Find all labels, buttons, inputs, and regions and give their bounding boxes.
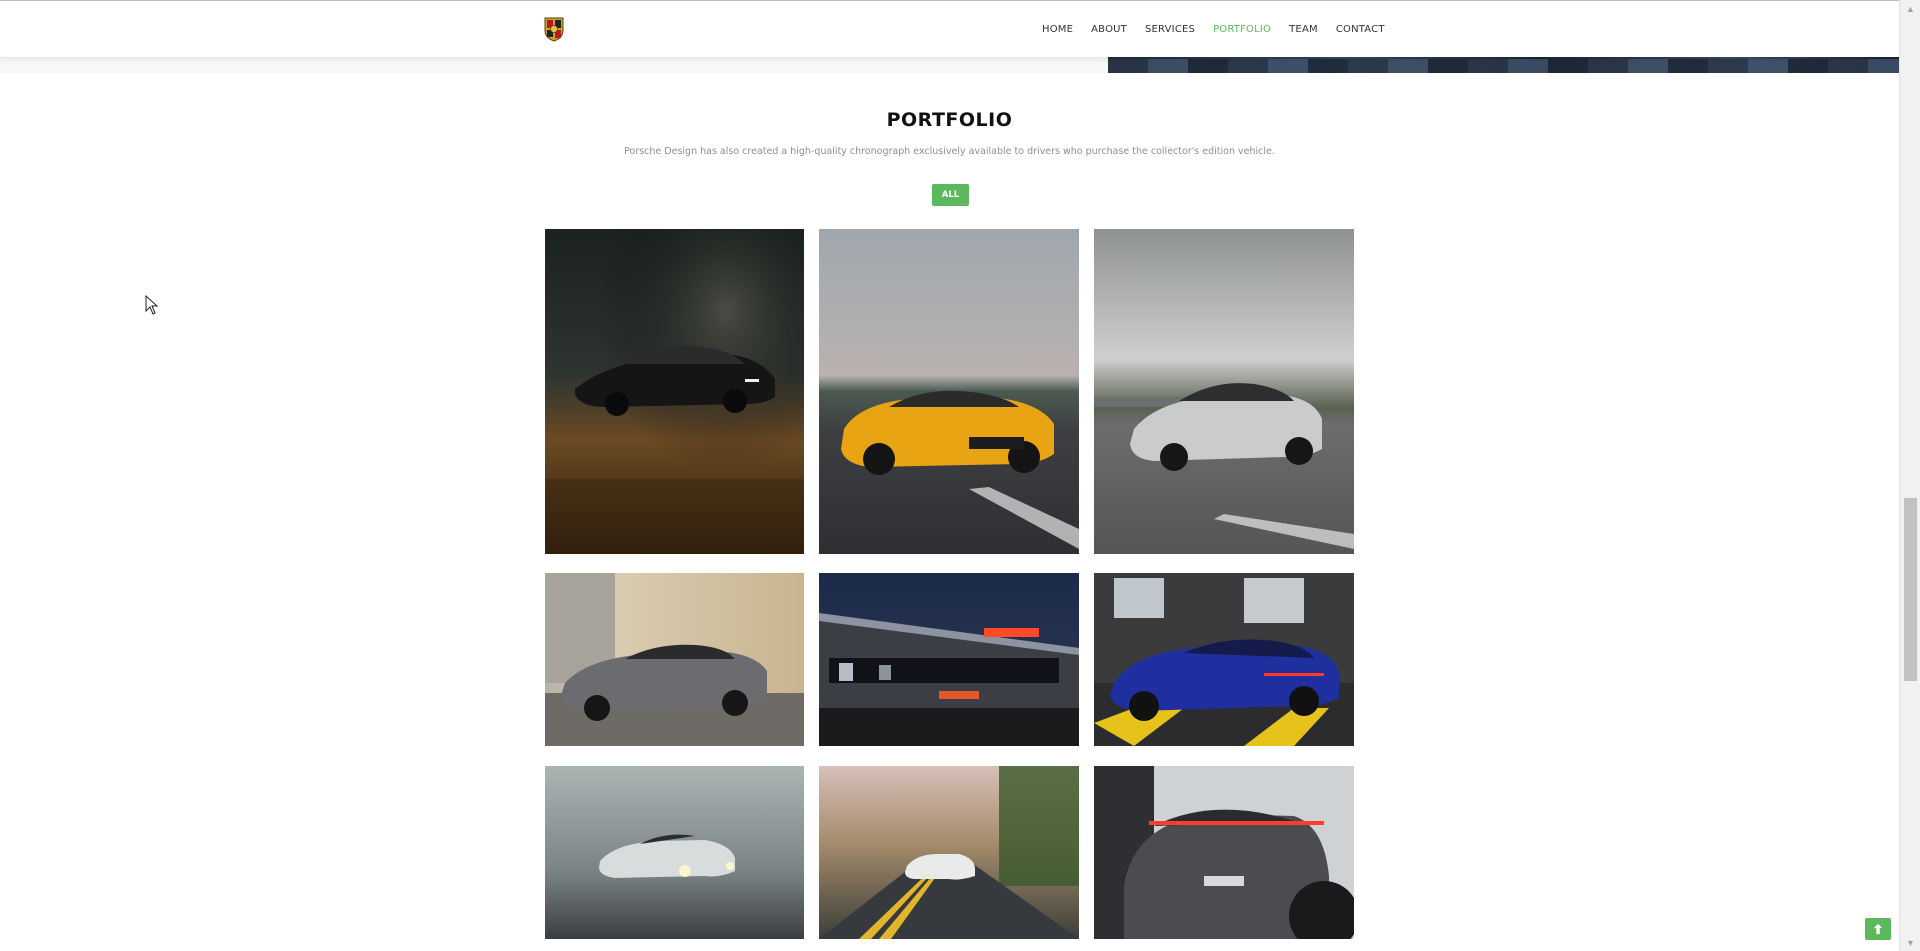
filter-all-button[interactable]: ALL bbox=[932, 184, 969, 206]
arrow-up-icon bbox=[1873, 923, 1883, 935]
nav-item-services[interactable]: SERVICES bbox=[1145, 24, 1195, 35]
section-subtitle: Porsche Design has also created a high-q… bbox=[624, 146, 1275, 157]
gallery-item-7[interactable] bbox=[545, 766, 804, 939]
scroll-up-arrow-icon[interactable]: ▲ bbox=[1900, 0, 1920, 17]
nav-item-team[interactable]: TEAM bbox=[1289, 24, 1318, 35]
nav-item-home[interactable]: HOME bbox=[1042, 24, 1073, 35]
vertical-scrollbar[interactable]: ▲ ▼ bbox=[1899, 0, 1920, 951]
gallery-item-3[interactable] bbox=[1094, 229, 1354, 554]
gallery-item-1[interactable] bbox=[545, 229, 804, 554]
nav-item-about[interactable]: ABOUT bbox=[1091, 24, 1127, 35]
scroll-down-arrow-icon[interactable]: ▼ bbox=[1900, 934, 1920, 951]
gallery-item-9[interactable] bbox=[1094, 766, 1354, 939]
nav-item-portfolio[interactable]: PORTFOLIO bbox=[1213, 24, 1271, 35]
main-nav: HOME ABOUT SERVICES PORTFOLIO TEAM CONTACT bbox=[1042, 1, 1385, 57]
mouse-pointer-icon bbox=[145, 294, 159, 315]
viewport-border bbox=[0, 0, 1899, 1]
back-to-top-button[interactable] bbox=[1865, 918, 1891, 940]
site-header: HOME ABOUT SERVICES PORTFOLIO TEAM CONTACT bbox=[0, 1, 1899, 57]
gallery-item-8[interactable] bbox=[819, 766, 1079, 939]
gallery-item-5[interactable] bbox=[819, 573, 1079, 746]
scrollbar-thumb[interactable] bbox=[1904, 498, 1917, 681]
gallery-item-4[interactable] bbox=[545, 573, 804, 746]
gallery-item-6[interactable] bbox=[1094, 573, 1354, 746]
gallery-item-2[interactable] bbox=[819, 229, 1079, 554]
section-title: PORTFOLIO bbox=[886, 109, 1013, 131]
nav-item-contact[interactable]: CONTACT bbox=[1336, 24, 1385, 35]
porsche-crest-icon[interactable] bbox=[544, 16, 564, 42]
